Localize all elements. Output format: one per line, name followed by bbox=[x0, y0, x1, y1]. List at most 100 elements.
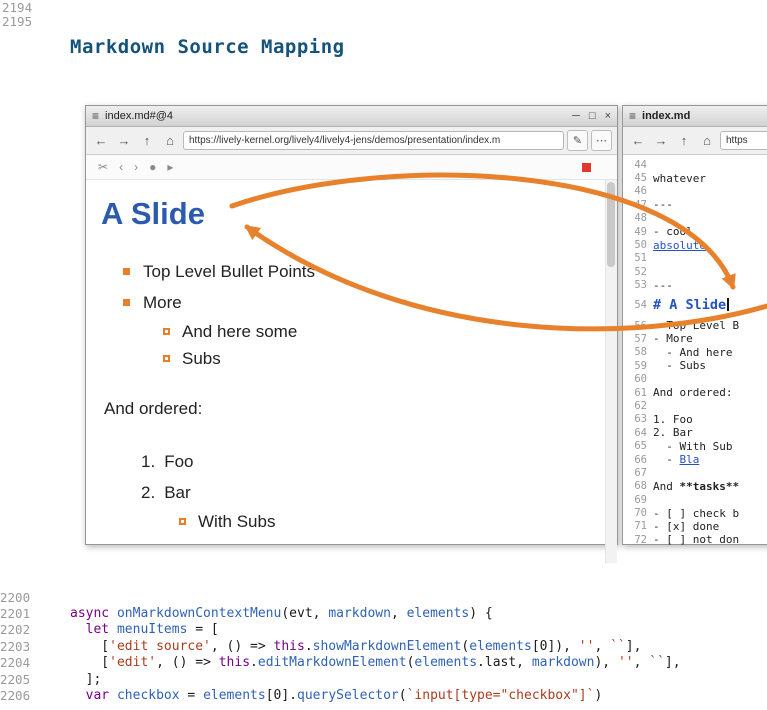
code-segment: - cool bbox=[653, 225, 693, 238]
code-segment: menuItems bbox=[117, 622, 187, 637]
code-editor-block[interactable]: 22002201async onMarkdownContextMenu(evt,… bbox=[0, 589, 767, 704]
up-button[interactable]: ↑ bbox=[674, 131, 694, 151]
editor-line: 46 bbox=[623, 185, 767, 198]
editor-line: 49- cool bbox=[623, 225, 767, 238]
close-icon[interactable]: × bbox=[605, 110, 611, 122]
lively-editor-page: { "editor_margin": { "top_lines": ["2194… bbox=[0, 0, 767, 710]
slide-sub-bullet-list: And here some Subs bbox=[101, 318, 593, 372]
menu-icon[interactable]: ≡ bbox=[629, 109, 636, 123]
maximize-icon[interactable]: □ bbox=[589, 110, 596, 122]
line-number: 54 bbox=[623, 299, 653, 311]
forward-button[interactable]: → bbox=[114, 131, 134, 151]
chevron-right-icon[interactable]: › bbox=[134, 160, 138, 174]
code-line: 2205 ]; bbox=[0, 671, 767, 687]
editor-line: 58 - And here bbox=[623, 346, 767, 359]
ordered-number: 1. bbox=[141, 452, 155, 472]
editor-line-code: - [x] done bbox=[653, 520, 719, 533]
code-line: 2206 var checkbox = elements[0].querySel… bbox=[0, 687, 767, 703]
sub-bullet-marker-icon bbox=[163, 355, 170, 362]
code-segment: , bbox=[391, 606, 407, 621]
home-button[interactable]: ⌂ bbox=[697, 131, 717, 151]
editor-line: 61And ordered: bbox=[623, 386, 767, 399]
code-segment: 1. Foo bbox=[653, 413, 693, 426]
line-number: 69 bbox=[623, 494, 653, 506]
line-number: 65 bbox=[623, 440, 653, 452]
editor-line-code: - Subs bbox=[653, 359, 706, 372]
code-segment: [0]. bbox=[266, 688, 297, 703]
sub-bullet-item: Subs bbox=[163, 345, 593, 372]
code-segment: this bbox=[274, 639, 305, 654]
record-icon[interactable]: ● bbox=[149, 160, 156, 174]
code-segment: - Top Level B bbox=[653, 319, 739, 332]
slide-preview[interactable]: A Slide Top Level Bullet PointsMore And … bbox=[86, 180, 617, 563]
browser-navbar: ← → ↑ ⌂ https://lively-kernel.org/lively… bbox=[86, 127, 617, 155]
sub-bullet-marker-icon bbox=[163, 328, 170, 335]
scrollbar[interactable] bbox=[605, 180, 617, 563]
markdown-source-editor[interactable]: 4445whatever4647---4849- cool50absolute5… bbox=[623, 155, 767, 548]
more-options-button[interactable]: ⋯ bbox=[591, 130, 612, 151]
editor-line: 50absolute bbox=[623, 238, 767, 251]
line-number: 62 bbox=[623, 400, 653, 412]
ordered-item: 2.Bar bbox=[141, 477, 593, 508]
slide-ordered-list: 1.Foo2.Bar bbox=[101, 446, 593, 508]
back-button[interactable]: ← bbox=[628, 131, 648, 151]
url-input[interactable]: https bbox=[720, 131, 767, 150]
code-segment: --- bbox=[653, 279, 673, 292]
editor-line: 48 bbox=[623, 212, 767, 225]
code-segment: - And here bbox=[653, 346, 732, 359]
minimize-icon[interactable]: ─ bbox=[572, 110, 580, 122]
bullet-text: More bbox=[143, 293, 182, 313]
code-segment: elements bbox=[407, 606, 470, 621]
scrollbar-thumb[interactable] bbox=[607, 182, 615, 267]
chevron-left-icon[interactable]: ‹ bbox=[119, 160, 123, 174]
up-button[interactable]: ↑ bbox=[137, 131, 157, 151]
editor-line: 51 bbox=[623, 252, 767, 265]
bullet-marker-icon bbox=[123, 299, 130, 306]
code-segment: markdown bbox=[328, 606, 391, 621]
editor-line: 56- Top Level B bbox=[623, 319, 767, 332]
back-button[interactable]: ← bbox=[91, 131, 111, 151]
line-number: 64 bbox=[623, 427, 653, 439]
code-segment: - [ ] check b bbox=[653, 507, 739, 520]
code-segment: elements bbox=[203, 688, 266, 703]
forward-button[interactable]: → bbox=[651, 131, 671, 151]
editor-line: 59 - Subs bbox=[623, 359, 767, 372]
window-titlebar[interactable]: ≡ index.md bbox=[623, 106, 767, 127]
rendered-markdown-window: ≡ index.md#@4 ─ □ × ← → ↑ ⌂ https://live… bbox=[85, 105, 618, 545]
code-segment: = bbox=[180, 688, 203, 703]
code-segment: - [ ] not don bbox=[653, 533, 739, 546]
code-segment: `` bbox=[610, 639, 626, 654]
url-input[interactable]: https://lively-kernel.org/lively4/lively… bbox=[183, 131, 564, 150]
record-indicator bbox=[582, 163, 591, 172]
code-segment: , () => bbox=[211, 639, 274, 654]
menu-icon[interactable]: ≡ bbox=[92, 109, 99, 123]
scissors-icon[interactable]: ✂ bbox=[98, 160, 108, 174]
play-icon[interactable]: ▸ bbox=[167, 160, 173, 174]
editor-line: 53--- bbox=[623, 279, 767, 292]
line-number: 70 bbox=[623, 507, 653, 519]
editor-line: 631. Foo bbox=[623, 413, 767, 426]
toolbar-icons: ✂ ‹ › ● ▸ bbox=[98, 160, 173, 174]
editor-line-code: --- bbox=[653, 198, 673, 211]
editor-line: 60 bbox=[623, 372, 767, 385]
code-segment: # A Slide bbox=[653, 297, 726, 313]
edit-pencil-button[interactable]: ✎ bbox=[567, 130, 588, 151]
line-number: 61 bbox=[623, 387, 653, 399]
code-line: 2203 ['edit source', () => this.showMark… bbox=[0, 638, 767, 654]
line-number: 63 bbox=[623, 413, 653, 425]
editor-line-code: - With Sub bbox=[653, 440, 732, 453]
code-line: 2200 bbox=[0, 589, 767, 605]
window-titlebar[interactable]: ≡ index.md#@4 ─ □ × bbox=[86, 106, 617, 127]
code-segment: .last, bbox=[477, 655, 532, 670]
code-segment: `input[type="checkbox"]` bbox=[407, 688, 595, 703]
sub-bullet-text: Subs bbox=[182, 349, 221, 369]
sub-bullet-text: With Subs bbox=[198, 512, 275, 532]
editor-line-code: - And here bbox=[653, 346, 732, 359]
sub-bullet-item: And here some bbox=[163, 318, 593, 345]
code-segment: - [x] done bbox=[653, 520, 719, 533]
home-button[interactable]: ⌂ bbox=[160, 131, 180, 151]
editor-line: 57- More bbox=[623, 332, 767, 345]
code-segment: checkbox bbox=[117, 688, 180, 703]
line-number-gutter-top: 21942195 bbox=[2, 1, 32, 28]
code-segment: elements bbox=[414, 655, 477, 670]
